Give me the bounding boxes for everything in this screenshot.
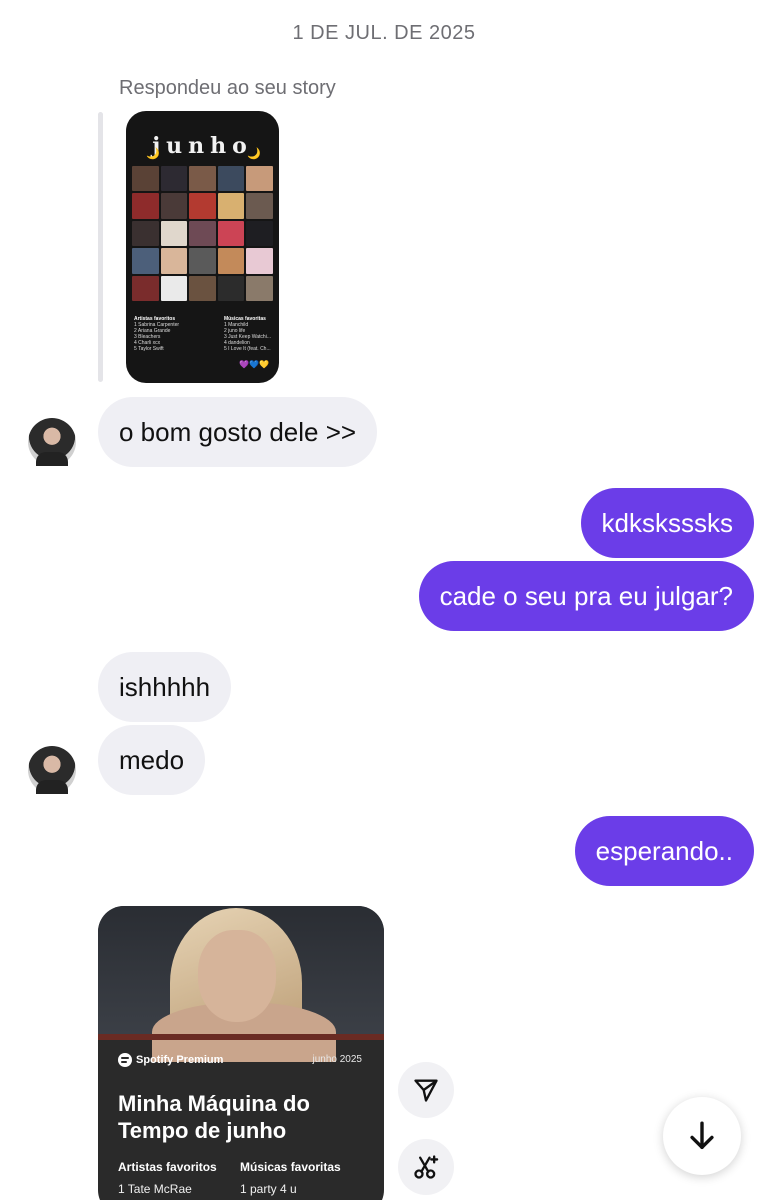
album-cover [189,166,216,192]
album-cover [132,166,159,192]
message-text: o bom gosto dele >> [119,416,357,447]
shared-spotify-card[interactable]: Spotify Premium junho 2025 Minha Máquina… [98,906,384,1200]
incoming-message[interactable]: ishhhhh [98,652,232,722]
story-songs-list: Músicas favoritas 1 Manchild 2 juno life… [223,316,271,352]
share-button[interactable] [398,1062,454,1118]
album-cover [189,248,216,274]
message-text: medo [119,744,185,775]
album-cover [160,275,188,302]
album-cover [160,220,188,247]
album-cover [160,193,188,219]
story-reply-caption: Respondeu ao seu story [119,77,336,99]
scissors-sparkle-icon [414,1155,439,1179]
send-icon [414,1079,438,1102]
spotify-brand-label: Spotify Premium [136,1054,224,1066]
scroll-to-bottom-button[interactable] [663,1097,741,1175]
incoming-message[interactable]: o bom gosto dele >> [98,397,378,467]
message-text: cade o seu pra eu julgar? [439,580,733,611]
spotify-logo-icon [118,1053,132,1067]
message-text: ishhhhh [119,671,211,702]
artist-photo [98,906,384,1062]
hearts-sticker: 💜💙💛 [239,360,269,369]
arrow-down-icon [690,1121,714,1150]
album-cover [132,193,159,219]
album-cover [160,248,188,274]
outgoing-message[interactable]: esperando.. [574,816,754,886]
emoji-sticker: 🌙 [247,148,261,160]
card-date: junho 2025 [312,1054,363,1065]
album-cover [217,166,245,192]
album-cover [246,248,273,274]
story-quote-bar [98,112,103,382]
story-artists-list: Artistas favoritos 1 Sabrina Carpenter 2… [134,316,180,352]
outgoing-message[interactable]: cade o seu pra eu julgar? [418,561,754,631]
card-divider [98,1034,384,1040]
album-cover [160,166,188,192]
avatar[interactable] [28,746,76,794]
date-separator: 1 DE JUL. DE 2025 [292,22,476,44]
album-cover [189,220,216,247]
remix-button[interactable] [398,1139,454,1195]
card-artists-column: Artistas favoritos 1 Tate McRae [118,1160,217,1196]
emoji-sticker: 🌙 [146,148,160,160]
spotify-brand: Spotify Premium [118,1053,223,1067]
card-songs-column: Músicas favoritas 1 party 4 u [240,1160,341,1196]
album-cover [189,193,216,219]
album-cover [246,275,273,302]
message-text: kdksksssks [601,507,733,538]
card-title: Minha Máquina do Tempo de junho [118,1091,310,1143]
story-favorites-lists: Artistas favoritos 1 Sabrina Carpenter 2… [134,316,271,352]
album-cover [217,220,245,247]
album-cover [189,275,216,302]
avatar[interactable] [28,418,76,466]
album-cover [246,220,273,247]
album-cover [246,193,273,219]
card-favorites: Artistas favoritos 1 Tate McRae Músicas … [118,1160,342,1196]
album-cover [246,166,273,192]
incoming-message[interactable]: medo [98,725,206,795]
album-cover [217,193,245,219]
album-cover [132,220,159,247]
outgoing-message[interactable]: kdksksssks [580,488,754,558]
album-cover [217,275,245,302]
album-cover [217,248,245,274]
album-cover [132,248,159,274]
album-cover [132,275,159,302]
message-text: esperando.. [595,835,733,866]
story-thumbnail[interactable]: junho 🌙 🌙 Artistas favoritos 1 Sabrina C… [126,111,279,383]
